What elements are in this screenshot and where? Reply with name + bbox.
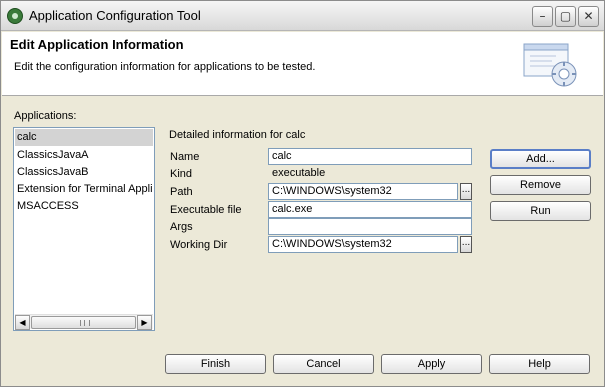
run-button[interactable]: Run	[490, 201, 591, 221]
list-item[interactable]: Extension for Terminal Applic	[15, 181, 153, 198]
kind-label: Kind	[170, 168, 193, 180]
page-description: Edit the configuration information for a…	[14, 61, 316, 73]
grip-icon	[80, 320, 90, 326]
applications-list[interactable]: calc ClassicsJavaA ClassicsJavaB Extensi…	[13, 127, 155, 331]
horizontal-scrollbar[interactable]: ◀ ▶	[15, 314, 153, 330]
apply-button[interactable]: Apply	[381, 354, 482, 374]
app-config-window: Application Configuration Tool – ▢ ✕ Edi…	[0, 0, 605, 387]
path-field[interactable]: C:\WINDOWS\system32	[268, 183, 458, 200]
finish-button[interactable]: Finish	[165, 354, 266, 374]
list-item[interactable]: ClassicsJavaB	[15, 164, 153, 181]
maximize-button[interactable]: ▢	[555, 6, 576, 27]
config-wizard-icon	[523, 43, 577, 87]
scroll-right-icon[interactable]: ▶	[137, 315, 152, 330]
kind-value: executable	[268, 165, 472, 182]
list-item[interactable]: calc	[15, 129, 153, 146]
working-dir-label: Working Dir	[170, 239, 228, 251]
list-item[interactable]: ClassicsJavaA	[15, 147, 153, 164]
name-field[interactable]: calc	[268, 148, 472, 165]
path-browse-button[interactable]: ...	[460, 183, 472, 200]
remove-button[interactable]: Remove	[490, 175, 591, 195]
app-logo-icon	[7, 8, 23, 24]
working-dir-field[interactable]: C:\WINDOWS\system32	[268, 236, 458, 253]
args-field[interactable]	[268, 218, 472, 235]
name-label: Name	[170, 151, 200, 163]
details-heading: Detailed information for calc	[169, 129, 306, 141]
cancel-button[interactable]: Cancel	[273, 354, 374, 374]
title-bar[interactable]: Application Configuration Tool – ▢ ✕	[1, 1, 604, 31]
applications-label: Applications:	[14, 110, 77, 122]
path-label: Path	[170, 186, 193, 198]
list-item[interactable]: MSACCESS	[15, 198, 153, 215]
executable-label: Executable file	[170, 204, 242, 216]
add-button[interactable]: Add...	[490, 149, 591, 169]
executable-field[interactable]: calc.exe	[268, 201, 472, 218]
scroll-left-icon[interactable]: ◀	[15, 315, 30, 330]
working-dir-browse-button[interactable]: ...	[460, 236, 472, 253]
minimize-button[interactable]: –	[532, 6, 553, 27]
page-title: Edit Application Information	[10, 37, 184, 52]
scrollbar-thumb[interactable]	[31, 316, 136, 329]
close-button[interactable]: ✕	[578, 6, 599, 27]
args-label: Args	[170, 221, 193, 233]
window-title: Application Configuration Tool	[29, 8, 201, 23]
header-banner: Edit Application Information Edit the co…	[2, 32, 603, 96]
help-button[interactable]: Help	[489, 354, 590, 374]
